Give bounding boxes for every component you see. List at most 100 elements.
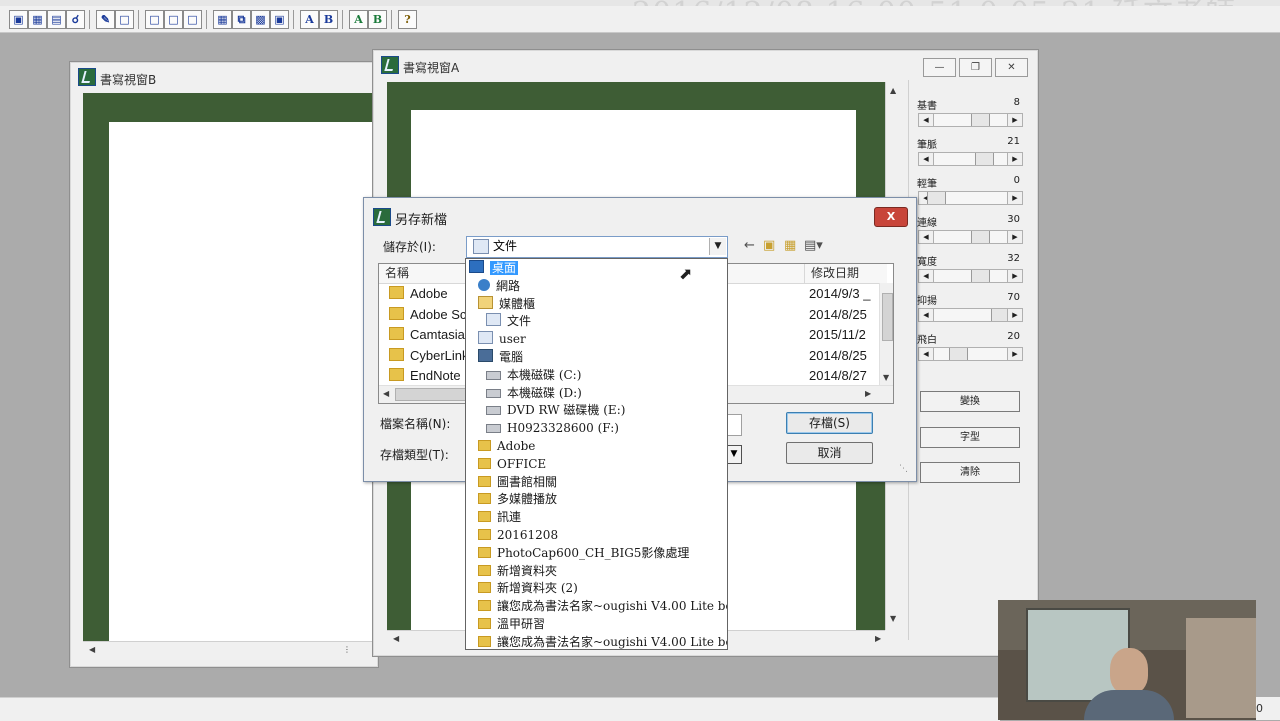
dropdown-item[interactable]: 媒體櫃 (478, 295, 535, 313)
style-b-button[interactable]: B (368, 10, 387, 29)
dropdown-item[interactable]: 新增資料夾 (478, 563, 557, 580)
scroll-right-icon[interactable]: ▶ (875, 634, 881, 643)
slider-right-arrow-icon[interactable]: ▶ (1007, 192, 1022, 204)
convert-button[interactable]: 變換 (920, 391, 1020, 412)
slider-left-arrow-icon[interactable]: ◀ (919, 309, 934, 321)
column-date-header[interactable]: 修改日期 (804, 264, 887, 284)
slider-left-arrow-icon[interactable]: ◀ (919, 153, 934, 165)
slider-left-arrow-icon[interactable]: ◀ (919, 231, 934, 243)
dropdown-item[interactable]: 溫甲研習 (478, 616, 545, 633)
param-slider[interactable]: ◀ ▶ (918, 347, 1023, 361)
print-preview-icon[interactable]: ☌ (66, 10, 85, 29)
param-slider[interactable]: ◀ ▶ (918, 191, 1023, 205)
clipboard-icon[interactable]: ▣ (270, 10, 289, 29)
dropdown-item[interactable]: 桌面 (469, 260, 519, 277)
slider-thumb[interactable] (971, 231, 990, 243)
dropdown-item[interactable]: 新增資料夾 (2) (478, 580, 578, 597)
slider-right-arrow-icon[interactable]: ▶ (1007, 153, 1022, 165)
scroll-down-icon[interactable]: ▼ (883, 373, 889, 382)
save-in-dropdown-list[interactable]: 桌面 網路 媒體櫃 文件 user 電腦 本機磁碟 (C:) 本機磁碟 (D:) DVD RW … (465, 258, 728, 650)
file-list-vertical-scrollbar[interactable]: ▼ (879, 283, 893, 385)
slider-thumb[interactable] (949, 348, 968, 360)
dropdown-item[interactable]: H0923328600 (F:) (486, 420, 619, 437)
scroll-down-icon[interactable]: ▼ (890, 614, 896, 623)
scroll-up-icon[interactable]: ▲ (890, 86, 896, 95)
dropdown-item[interactable]: 電腦 (478, 349, 523, 366)
scroll-grip-icon[interactable]: ⋮ (343, 645, 351, 654)
writing-paper[interactable] (109, 122, 373, 641)
up-folder-icon[interactable]: ▣ (763, 238, 775, 253)
dropdown-item[interactable]: 多媒體播放 (478, 491, 557, 508)
restore-button[interactable]: ❐ (959, 58, 992, 77)
window-2-icon[interactable]: □ (164, 10, 183, 29)
dropdown-item[interactable]: 網路 (478, 278, 520, 295)
dropdown-item[interactable]: DVD RW 磁碟機 (E:) (486, 402, 625, 419)
print-icon[interactable]: ▤ (47, 10, 66, 29)
slider-thumb[interactable] (971, 270, 990, 282)
save-button[interactable]: 存檔(S) (786, 412, 873, 434)
slider-thumb[interactable] (971, 114, 990, 126)
dropdown-item[interactable]: OFFICE (478, 456, 546, 473)
dropdown-item[interactable]: 訊連 (478, 509, 521, 526)
slider-left-arrow-icon[interactable]: ◀ (919, 114, 934, 126)
page-icon[interactable]: □ (115, 10, 134, 29)
horizontal-scrollbar[interactable]: ◀ ⋮ (83, 641, 373, 659)
slider-right-arrow-icon[interactable]: ▶ (1007, 348, 1022, 360)
chevron-down-icon[interactable]: ▼ (709, 238, 726, 255)
scroll-thumb[interactable] (395, 388, 467, 401)
slider-left-arrow-icon[interactable]: ◀ (919, 270, 934, 282)
back-icon[interactable]: ← (744, 238, 755, 253)
slider-right-arrow-icon[interactable]: ▶ (1007, 309, 1022, 321)
save-icon[interactable]: ▦ (28, 10, 47, 29)
window-a-button[interactable]: A (300, 10, 319, 29)
param-slider[interactable]: ◀ ▶ (918, 230, 1023, 244)
view-menu-icon[interactable]: ▤▾ (804, 238, 823, 253)
slider-right-arrow-icon[interactable]: ▶ (1007, 114, 1022, 126)
calc-icon[interactable]: ▦ (213, 10, 232, 29)
save-in-combobox[interactable]: 文件 ▼ (466, 236, 728, 258)
dropdown-item[interactable]: 本機磁碟 (D:) (486, 385, 582, 402)
copy-icon[interactable]: ⧉ (232, 10, 251, 29)
dropdown-item[interactable]: 文件 (486, 313, 531, 330)
scroll-thumb[interactable] (882, 293, 893, 341)
close-button[interactable]: ✕ (995, 58, 1028, 77)
window-b-button[interactable]: B (319, 10, 338, 29)
param-slider[interactable]: ◀ ▶ (918, 152, 1023, 166)
param-slider[interactable]: ◀ ▶ (918, 308, 1023, 322)
chevron-down-icon[interactable]: ▼ (726, 445, 742, 464)
slider-thumb[interactable] (975, 153, 994, 165)
window-3-icon[interactable]: □ (183, 10, 202, 29)
window-1-icon[interactable]: □ (145, 10, 164, 29)
new-folder-icon[interactable]: ▦ (784, 238, 796, 253)
dropdown-item[interactable]: Adobe (478, 438, 535, 455)
clear-button[interactable]: 清除 (920, 462, 1020, 483)
resize-grip-icon[interactable]: ⋱ (899, 464, 908, 474)
pen-icon[interactable]: ✎ (96, 10, 115, 29)
dropdown-item[interactable]: 讓您成為書法名家~ougishi V4.00 Lite bet (478, 634, 727, 649)
dropdown-item[interactable]: 20161208 (478, 527, 558, 544)
slider-left-arrow-icon[interactable]: ◀ (919, 348, 934, 360)
param-slider[interactable]: ◀ ▶ (918, 113, 1023, 127)
dropdown-item[interactable]: 讓您成為書法名家~ougishi V4.00 Lite bet (478, 598, 727, 615)
font-button[interactable]: 字型 (920, 427, 1020, 448)
slider-right-arrow-icon[interactable]: ▶ (1007, 231, 1022, 243)
scroll-right-icon[interactable]: ▶ (865, 389, 871, 398)
scroll-left-icon[interactable]: ◀ (383, 389, 389, 398)
param-slider[interactable]: ◀ ▶ (918, 269, 1023, 283)
slider-right-arrow-icon[interactable]: ▶ (1007, 270, 1022, 282)
dropdown-item[interactable]: user (478, 331, 526, 348)
style-a-button[interactable]: A (349, 10, 368, 29)
paste-icon[interactable]: ▩ (251, 10, 270, 29)
open-folder-icon[interactable]: ▣ (9, 10, 28, 29)
dialog-close-button[interactable]: X (874, 207, 908, 227)
scroll-left-icon[interactable]: ◀ (393, 634, 399, 643)
slider-thumb[interactable] (927, 192, 946, 204)
dropdown-item[interactable]: 圖書館相關 (478, 474, 557, 491)
dropdown-item[interactable]: PhotoCap600_CH_BIG5影像處理 (478, 545, 689, 562)
dropdown-item[interactable]: 本機磁碟 (C:) (486, 367, 581, 384)
help-button[interactable]: ? (398, 10, 417, 29)
minimize-button[interactable]: — (923, 58, 956, 77)
cancel-button[interactable]: 取消 (786, 442, 873, 464)
filename-input[interactable] (726, 414, 742, 436)
scroll-left-icon[interactable]: ◀ (89, 645, 95, 654)
